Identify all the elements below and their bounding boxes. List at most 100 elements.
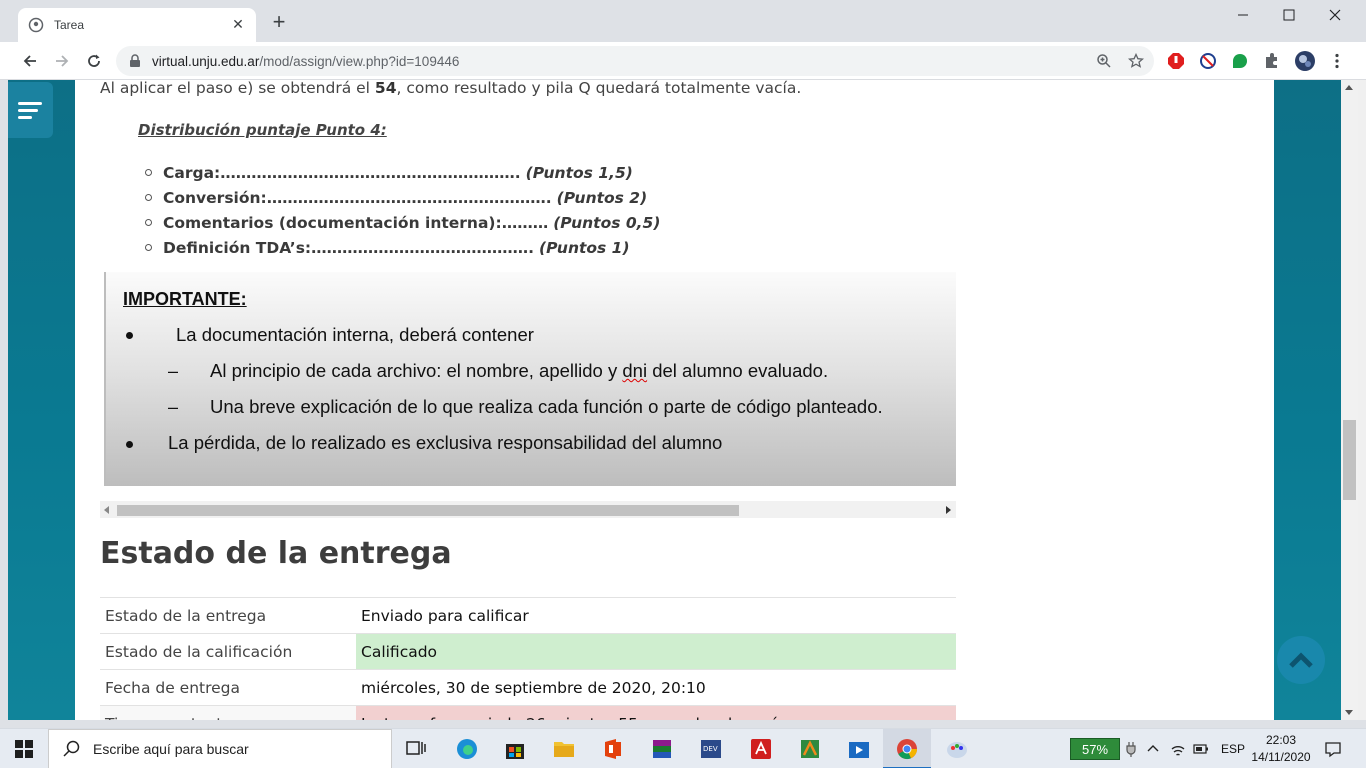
row-value: La tarea fue enviada 26 minutos 55 segun… [356, 705, 956, 720]
forward-button[interactable] [50, 49, 74, 73]
system-clock[interactable]: 22:03 14/11/2020 [1250, 732, 1312, 766]
scroll-up-icon[interactable] [1345, 85, 1353, 90]
points-dots: ……………………………………. [311, 238, 535, 257]
drawer-toggle-button[interactable] [8, 82, 53, 138]
table-row: Estado de la calificación Calificado [100, 633, 956, 670]
block-extension-icon[interactable] [1199, 52, 1217, 70]
battery-tray-icon[interactable] [1193, 742, 1209, 756]
row-value: Calificado [356, 633, 956, 670]
important-title: IMPORTANTE: [123, 289, 247, 309]
sub-text-end: del alumno evaluado. [647, 360, 829, 381]
list-item: Comentarios (documentación interna): ………… [145, 210, 660, 235]
hamburger-icon-line [18, 108, 38, 112]
points-dots: ……… [501, 213, 549, 232]
browser-tab[interactable]: Tarea ✕ [18, 8, 256, 42]
reload-icon [88, 54, 100, 67]
scroll-right-icon[interactable] [946, 506, 952, 514]
extensions-puzzle-icon[interactable] [1263, 52, 1281, 70]
maximize-button[interactable] [1266, 0, 1312, 30]
points-dots: …………………………………………………. [220, 163, 521, 182]
distribution-title: Distribución puntaje Punto 4: [138, 121, 387, 139]
tray-chevron-up-icon[interactable] [1146, 742, 1160, 754]
task-view-icon[interactable] [404, 737, 428, 761]
points-dots: ………………………………………………. [266, 188, 552, 207]
plug-icon [1126, 742, 1136, 757]
taskbar-search-box[interactable]: Escribe aquí para buscar [48, 729, 392, 768]
maximize-icon [1283, 9, 1295, 21]
url-path: /mod/assign/view.php?id=109446 [259, 53, 460, 69]
bookmark-star-icon[interactable] [1128, 53, 1144, 69]
acrobat-icon[interactable] [749, 737, 773, 761]
minimize-button[interactable] [1220, 0, 1266, 30]
window-edge [1358, 80, 1366, 720]
file-explorer-icon[interactable] [552, 737, 576, 761]
points-label: Carga: [163, 163, 221, 182]
scroll-down-icon[interactable] [1345, 710, 1353, 715]
battery-indicator[interactable]: 57% [1070, 738, 1120, 760]
vertical-scrollbar[interactable] [1341, 80, 1358, 720]
important-bullet-1: La documentación interna, deberá contene… [176, 324, 534, 345]
points-value: (Puntos 0,5) [553, 213, 661, 232]
zoom-icon[interactable] [1096, 53, 1112, 69]
intro-number: 54 [374, 80, 397, 97]
scroll-left-icon[interactable] [104, 506, 110, 514]
important-sub-1: Al principio de cada archivo: el nombre,… [210, 360, 828, 382]
horizontal-scrollbar[interactable] [100, 501, 956, 518]
office-icon[interactable] [601, 737, 625, 761]
notifications-icon[interactable] [1324, 740, 1342, 758]
reload-button[interactable] [82, 49, 106, 73]
scrollbar-thumb[interactable] [1343, 420, 1356, 500]
section-title: Estado de la entrega [100, 536, 452, 571]
url-host: virtual.unju.edu.ar [152, 53, 260, 69]
submission-status-table: Estado de la entrega Enviado para califi… [100, 597, 956, 720]
adblock-extension-icon[interactable] [1167, 52, 1185, 70]
close-tab-icon[interactable]: ✕ [230, 17, 246, 33]
back-to-top-button[interactable] [1277, 636, 1325, 684]
green-extension-icon[interactable] [1231, 52, 1249, 70]
edge-browser-icon[interactable] [455, 737, 479, 761]
start-button[interactable] [0, 729, 48, 768]
browser-tab-strip: Tarea ✕ + [0, 0, 1366, 42]
dash-marker: – [168, 397, 179, 417]
browser-toolbar: virtual.unju.edu.ar/mod/assign/view.php?… [0, 42, 1366, 80]
bullet-icon [145, 169, 152, 176]
list-item: Conversión: ………………………………………………. (Puntos 2… [145, 185, 660, 210]
main-content: Al aplicar el paso e) se obtendrá el 54,… [75, 80, 1274, 720]
sub-text: Al principio de cada archivo: el nombre,… [210, 360, 623, 381]
bullet-icon [145, 244, 152, 251]
clock-time: 22:03 [1265, 733, 1297, 747]
scrollbar-thumb[interactable] [117, 505, 739, 516]
windows-taskbar: Escribe aquí para buscar DEV 57% ESP 22:… [0, 728, 1366, 768]
paint-icon[interactable] [945, 737, 969, 761]
back-button[interactable] [18, 49, 42, 73]
language-indicator[interactable]: ESP [1221, 742, 1245, 756]
winrar-icon[interactable] [650, 737, 674, 761]
important-sub-2: Una breve explicación de lo que realiza … [210, 396, 883, 417]
row-label: Tiempo restante [100, 705, 356, 720]
forward-arrow-icon [56, 55, 69, 67]
points-value: (Puntos 1,5) [525, 163, 633, 182]
menu-kebab-icon[interactable] [1328, 52, 1346, 70]
close-icon [1329, 9, 1341, 21]
page-viewport: Al aplicar el paso e) se obtendrá el 54,… [8, 80, 1341, 720]
points-label: Definición TDA’s: [163, 238, 312, 257]
row-value: Enviado para calificar [356, 597, 956, 634]
table-row: Fecha de entrega miércoles, 30 de septie… [100, 669, 956, 706]
profile-avatar[interactable] [1294, 50, 1316, 72]
devcpp-icon[interactable]: DEV [699, 737, 723, 761]
close-window-button[interactable] [1312, 0, 1358, 30]
wifi-icon[interactable] [1170, 741, 1186, 757]
moodle-favicon-icon [28, 17, 44, 33]
table-row: Tiempo restante La tarea fue enviada 26 … [100, 705, 956, 720]
svg-text:DEV: DEV [703, 745, 718, 753]
important-image-box: IMPORTANTE: La documentación interna, de… [104, 272, 956, 486]
tab-title: Tarea [54, 18, 85, 32]
media-player-icon[interactable] [847, 737, 871, 761]
chrome-icon[interactable] [895, 737, 919, 761]
search-placeholder: Escribe aquí para buscar [93, 741, 249, 757]
new-tab-button[interactable]: + [268, 11, 290, 34]
project-icon[interactable] [798, 737, 822, 761]
bullet-icon [126, 441, 133, 448]
store-icon[interactable] [503, 737, 527, 761]
address-bar[interactable]: virtual.unju.edu.ar/mod/assign/view.php?… [116, 46, 1154, 76]
